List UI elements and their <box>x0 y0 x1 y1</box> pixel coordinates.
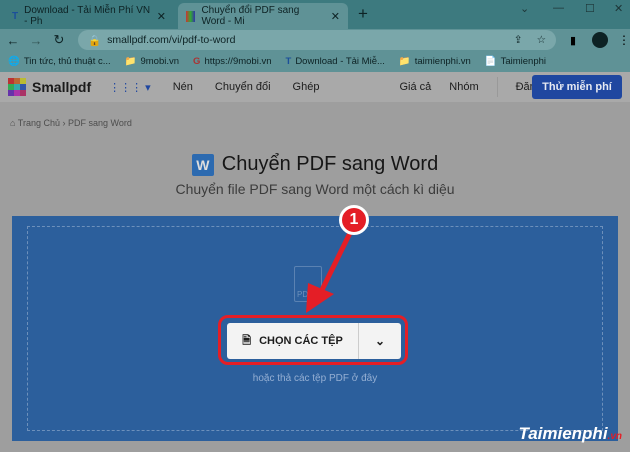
watermark-suffix: .vn <box>607 431 622 442</box>
smallpdf-favicon-icon <box>186 10 196 22</box>
choose-files-button[interactable]: 🗎 CHỌN CÁC TỆP ⌄ <box>227 323 401 359</box>
page-title: W Chuyển PDF sang Word <box>0 153 630 176</box>
bookmark[interactable]: 📁 9mobi.vn <box>125 56 179 67</box>
brand-name: Smallpdf <box>32 79 92 95</box>
lock-icon: 🔒 <box>88 34 102 47</box>
chevron-down-icon[interactable]: ⌄ <box>359 334 401 348</box>
title-text: Chuyển PDF sang Word <box>221 153 439 175</box>
apps-grid-icon[interactable]: ⋮⋮⋮ ▾ <box>109 81 151 94</box>
close-window-button[interactable]: ✕ <box>614 2 623 15</box>
close-icon[interactable]: ✕ <box>157 10 166 23</box>
new-tab-button[interactable]: + <box>358 4 368 24</box>
maximize-button[interactable]: ☐ <box>585 2 595 15</box>
bookmark[interactable]: Ghttps://9mobi.vn <box>193 56 271 67</box>
breadcrumb: ⌂ Trang Chủ › PDF sang Word <box>10 118 132 128</box>
back-icon[interactable]: ← <box>3 33 23 48</box>
nav-convert[interactable]: Chuyển đổi <box>215 81 271 93</box>
t-icon: T <box>12 10 19 22</box>
reload-icon[interactable]: ↻ <box>49 32 69 48</box>
free-trial-button[interactable]: Thử miễn phí <box>532 75 622 99</box>
smallpdf-logo-icon <box>8 78 26 96</box>
annotation-arrow-icon <box>306 231 353 313</box>
page-subtitle: Chuyển file PDF sang Word một cách kì di… <box>175 181 455 197</box>
breadcrumb-separator: › <box>62 118 66 128</box>
bookmark[interactable]: 📁 taimienphi.vn <box>399 56 471 67</box>
breadcrumb-home[interactable]: Trang Chủ <box>18 118 60 128</box>
site-nav: Smallpdf ⋮⋮⋮ ▾ Nén Chuyển đổi Ghép Giá c… <box>0 72 630 102</box>
sidebar-icon[interactable]: ▮ <box>570 34 576 47</box>
bookmark-label: taimienphi.vn <box>414 56 471 67</box>
bookmark[interactable]: 🌐 Tin tức, thủ thuật c... <box>8 56 111 67</box>
file-add-icon: 🗎 <box>242 334 252 347</box>
watermark-text: Taimienphi <box>518 424 608 443</box>
highlight-box: 🗎 CHỌN CÁC TỆP ⌄ <box>218 315 408 365</box>
bookmark[interactable]: 📄 Taimienphi <box>485 56 546 67</box>
nav-teams[interactable]: Nhóm <box>449 81 478 93</box>
nav-merge[interactable]: Ghép <box>293 81 320 93</box>
tab-label: Chuyển đổi PDF sang Word - Mi <box>201 5 300 27</box>
bookmarks-bar: 🌐 Tin tức, thủ thuật c... 📁 9mobi.vn Ghttp… <box>0 51 630 72</box>
step-badge: 1 <box>339 205 369 235</box>
drop-hint: hoặc thả các tệp PDF ở đây <box>252 373 378 384</box>
tab-smallpdf[interactable]: Chuyển đổi PDF sang Word - Mi ✕ <box>178 3 348 29</box>
google-icon: G <box>193 56 201 67</box>
t-icon: T <box>285 56 292 67</box>
address-bar[interactable]: 🔒 smallpdf.com/vi/pdf-to-word ⇪ ☆ <box>78 30 556 50</box>
bookmark-label: https://9mobi.vn <box>204 56 272 67</box>
choose-files-label: CHỌN CÁC TỆP <box>259 335 343 347</box>
share-icon[interactable]: ⇪ <box>514 34 523 46</box>
profile-avatar[interactable] <box>592 32 608 48</box>
bookmark-label: Taimienphi <box>500 56 546 67</box>
forward-icon[interactable]: → <box>26 33 46 48</box>
nav-compress[interactable]: Nén <box>173 81 193 93</box>
bookmark[interactable]: T Download - Tải Miễ... <box>286 56 385 67</box>
url-text: smallpdf.com/vi/pdf-to-word <box>107 34 236 46</box>
tab-search-icon[interactable]: ⌄ <box>520 2 529 15</box>
bookmark-label: Tin tức, thủ thuật c... <box>23 56 111 67</box>
bookmark-label: Download - Tải Miễ... <box>295 56 385 67</box>
bookmark-label: 9mobi.vn <box>140 56 180 67</box>
star-icon[interactable]: ☆ <box>537 34 546 46</box>
browser-toolbar: ← → ↻ 🔒 smallpdf.com/vi/pdf-to-word ⇪ ☆ ▮ ⋮ <box>0 29 630 51</box>
watermark: Taimienphi.vn <box>518 424 622 444</box>
tab-bar: T Download - Tải Miễn Phí VN - Ph ✕ Chuyển… <box>0 0 630 29</box>
breadcrumb-current: PDF sang Word <box>68 118 132 128</box>
nav-pricing[interactable]: Giá cả <box>399 81 431 93</box>
menu-icon[interactable]: ⋮ <box>618 33 630 47</box>
home-icon: ⌂ <box>10 118 16 128</box>
word-icon: W <box>191 153 214 176</box>
tab-download[interactable]: T Download - Tải Miễn Phí VN - Ph ✕ <box>4 3 174 29</box>
tab-label: Download - Tải Miễn Phí VN - Ph <box>24 5 151 27</box>
close-icon[interactable]: ✕ <box>331 10 340 23</box>
minimize-button[interactable]: — <box>553 2 564 14</box>
